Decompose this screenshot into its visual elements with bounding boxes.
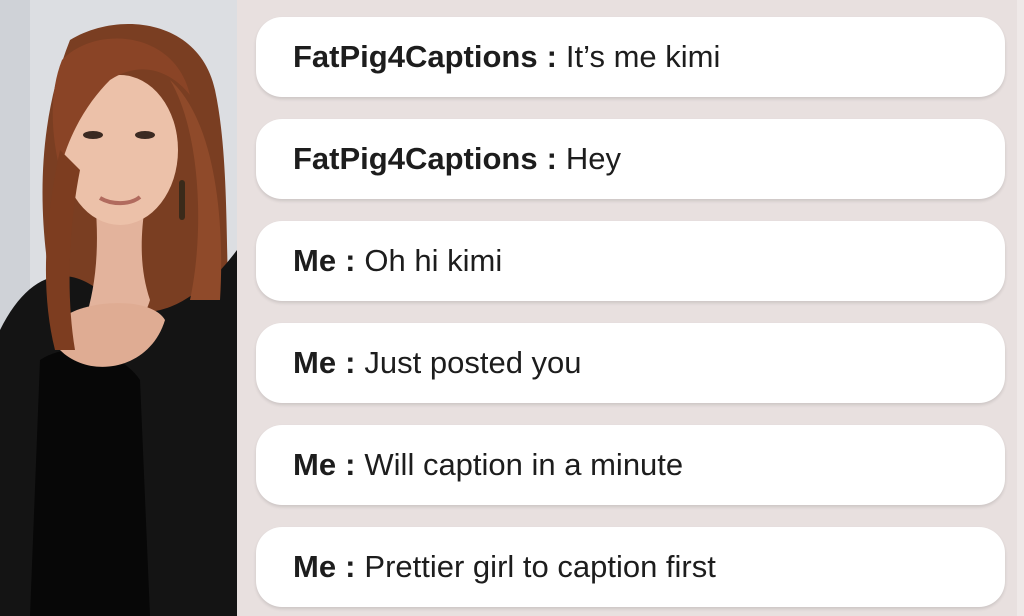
message-sender: Me: [293, 447, 337, 482]
chat-message[interactable]: Me: Prettier girl to caption first: [256, 527, 1005, 607]
scroll-edge: [1017, 0, 1024, 616]
chat-message[interactable]: Me: Oh hi kimi: [256, 221, 1005, 301]
message-separator: :: [345, 243, 356, 278]
message-sender: Me: [293, 549, 337, 584]
profile-photo: [0, 0, 237, 616]
message-separator: :: [546, 39, 557, 74]
message-sender: FatPig4Captions: [293, 141, 538, 176]
chat-message[interactable]: Me: Just posted you: [256, 323, 1005, 403]
chat-panel: FatPig4Captions: It’s me kimi FatPig4Capt…: [237, 0, 1017, 616]
message-separator: :: [546, 141, 557, 176]
message-text: Will caption in a minute: [364, 447, 684, 482]
message-text: It’s me kimi: [565, 39, 721, 74]
message-sender: Me: [293, 243, 337, 278]
message-sender: Me: [293, 345, 337, 380]
message-text: Hey: [565, 141, 622, 176]
message-text: Oh hi kimi: [364, 243, 503, 278]
message-text: Prettier girl to caption first: [364, 549, 716, 584]
message-separator: :: [345, 345, 356, 380]
chat-message[interactable]: Me: Will caption in a minute: [256, 425, 1005, 505]
message-text: Just posted you: [364, 345, 582, 380]
chat-message[interactable]: FatPig4Captions: Hey: [256, 119, 1005, 199]
profile-photo-illustration: [0, 0, 237, 616]
chat-message[interactable]: FatPig4Captions: It’s me kimi: [256, 17, 1005, 97]
message-sender: FatPig4Captions: [293, 39, 538, 74]
message-separator: :: [345, 447, 356, 482]
message-separator: :: [345, 549, 356, 584]
